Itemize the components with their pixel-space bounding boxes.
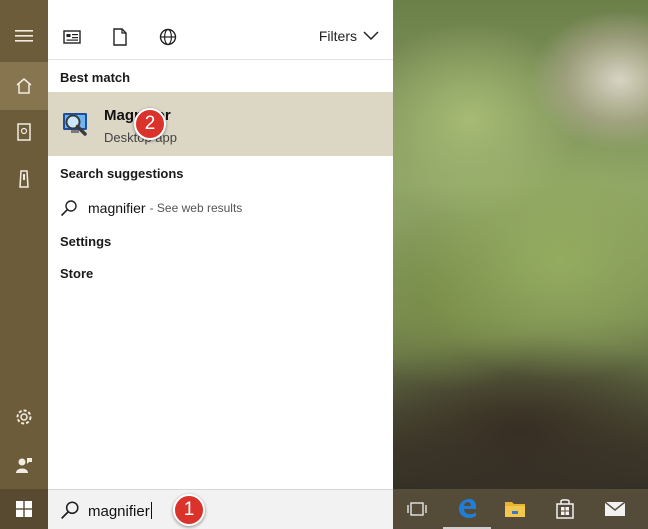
home-button[interactable] [0, 62, 48, 110]
search-icon [61, 501, 79, 519]
documents-filter-button[interactable] [107, 24, 133, 50]
edge-taskbar-button[interactable] [443, 489, 491, 529]
file-explorer-taskbar-button[interactable] [491, 489, 539, 529]
start-button[interactable] [0, 489, 48, 529]
documents-icon [113, 28, 127, 46]
best-match-heading: Best match [60, 70, 131, 85]
device-button[interactable] [0, 155, 48, 203]
feedback-icon [16, 458, 32, 473]
task-view-icon [407, 502, 427, 516]
magnifier-app-icon [63, 113, 87, 136]
settings-button[interactable] [0, 393, 48, 441]
search-icon [60, 200, 77, 217]
search-box[interactable]: magnifier 1 [48, 489, 393, 529]
store-heading[interactable]: Store [60, 266, 93, 281]
search-suggestions-heading: Search suggestions [60, 166, 184, 181]
search-input-value: magnifier [88, 503, 150, 520]
filters-label: Filters [318, 28, 357, 44]
search-filter-toolbar: Filters [48, 0, 393, 60]
apps-icon [63, 30, 81, 44]
settings-icon [16, 409, 32, 425]
mail-taskbar-button[interactable] [591, 489, 639, 529]
step-badge-2: 2 [134, 108, 166, 140]
edge-icon [459, 499, 476, 518]
feedback-button[interactable] [0, 441, 48, 489]
notebook-icon [17, 123, 31, 141]
task-view-button[interactable] [393, 489, 441, 529]
home-icon [16, 78, 32, 94]
web-filter-button[interactable] [155, 24, 181, 50]
search-input[interactable]: magnifier [88, 502, 152, 520]
settings-heading[interactable]: Settings [60, 234, 111, 249]
file-explorer-icon [505, 502, 525, 517]
mail-icon [604, 501, 626, 516]
menu-button[interactable] [0, 12, 48, 60]
filters-dropdown[interactable]: Filters [319, 28, 379, 44]
store-taskbar-button[interactable] [541, 489, 589, 529]
text-caret [150, 502, 152, 519]
web-suggestion-item[interactable]: magnifier - See web results [60, 198, 242, 218]
suggestion-query: magnifier [88, 200, 146, 216]
windows-logo-icon [16, 501, 32, 517]
store-icon [556, 499, 574, 519]
notebook-button[interactable] [0, 108, 48, 156]
device-icon [19, 170, 29, 188]
step-badge-1: 1 [173, 494, 205, 526]
suggestion-hint: - See web results [149, 201, 243, 215]
hamburger-icon [15, 30, 33, 42]
start-left-rail [0, 0, 48, 489]
apps-filter-button[interactable] [59, 24, 85, 50]
chevron-down-icon [363, 31, 379, 41]
web-icon [159, 28, 177, 46]
search-results-panel: Filters Best match Magnifier Desktop app… [48, 0, 393, 489]
taskbar [393, 489, 648, 529]
best-match-result[interactable]: Magnifier Desktop app 2 [48, 92, 393, 156]
